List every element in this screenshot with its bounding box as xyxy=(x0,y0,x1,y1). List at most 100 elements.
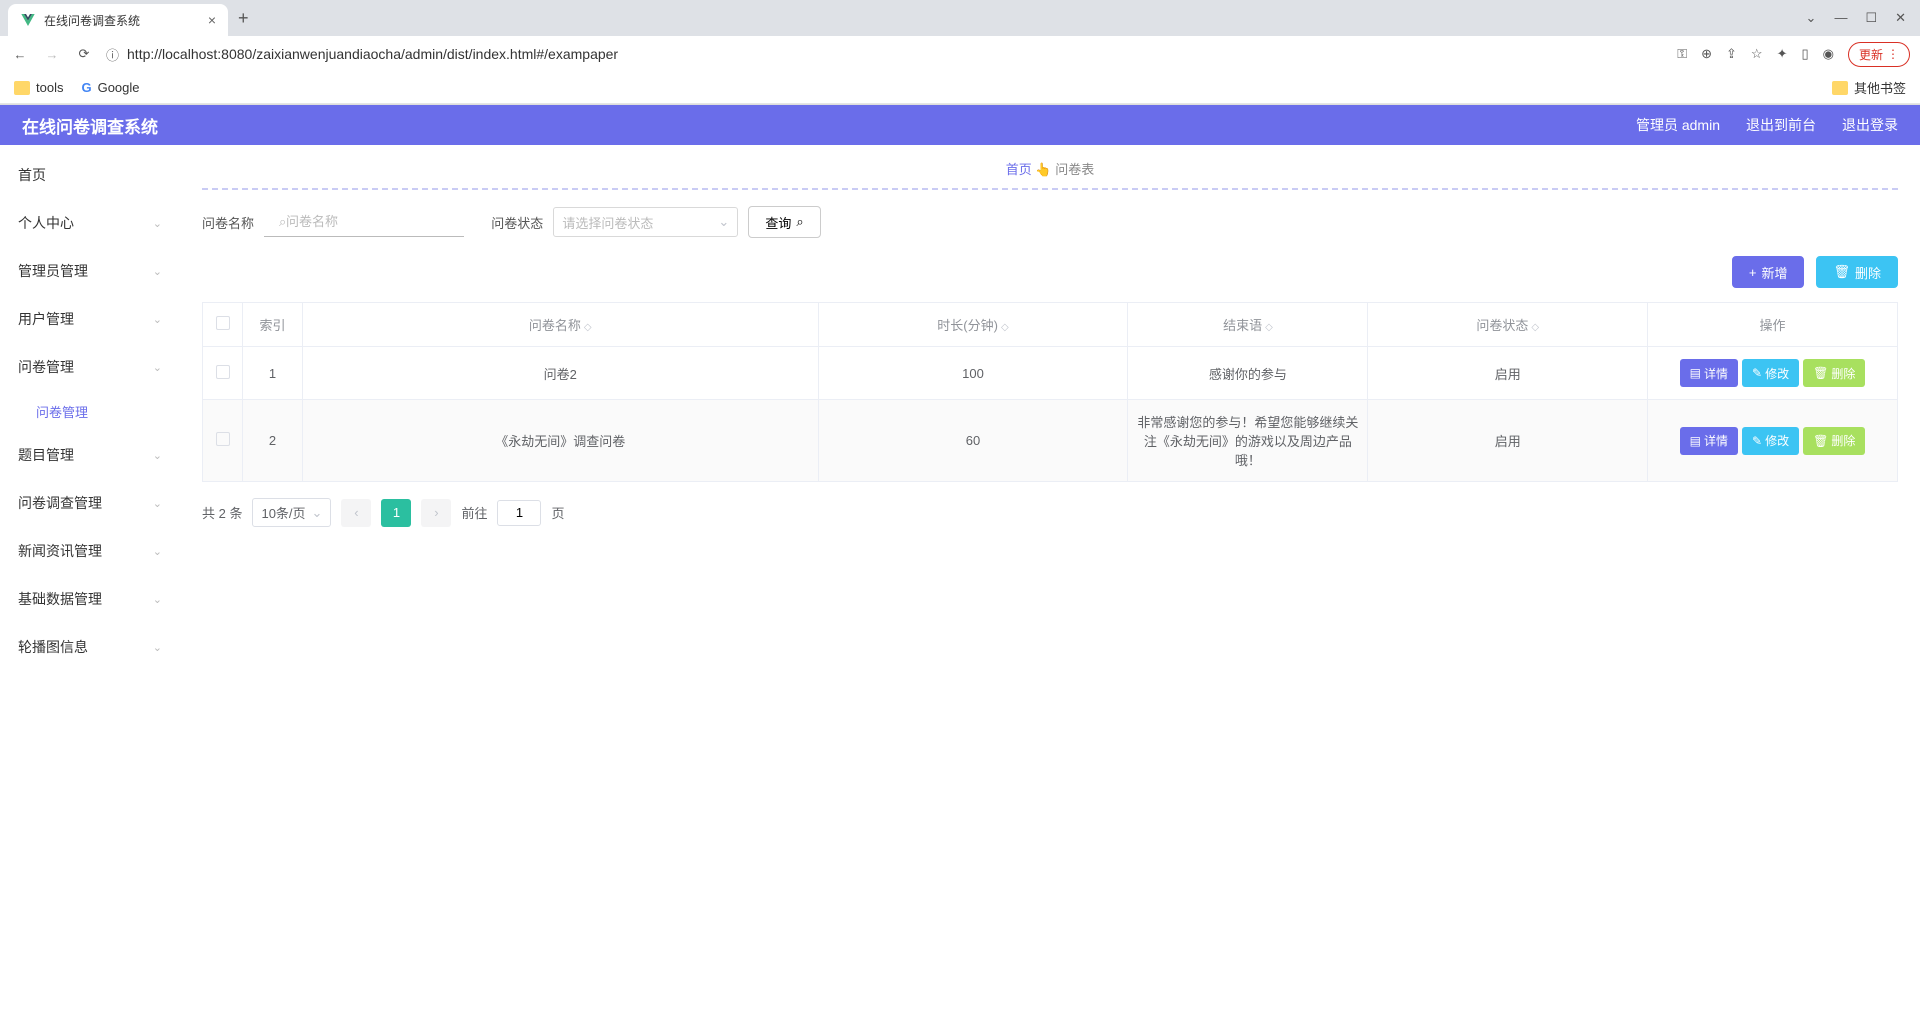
chevron-down-icon: ⌄ xyxy=(153,361,162,374)
doc-icon: ▤ xyxy=(1690,434,1701,448)
delete-button[interactable]: 🗑删除 xyxy=(1816,256,1898,288)
chevron-down-icon: ⌄ xyxy=(153,593,162,606)
bookmark-star-icon[interactable]: ☆ xyxy=(1751,46,1763,62)
sidebar-item-users[interactable]: 用户管理⌄ xyxy=(0,295,180,343)
page-number-button[interactable]: 1 xyxy=(381,499,411,527)
sidebar-item-survey-research[interactable]: 问卷调查管理⌄ xyxy=(0,479,180,527)
filter-status-label: 问卷状态 xyxy=(491,213,543,232)
sort-icon: ◇ xyxy=(584,322,592,333)
detail-button[interactable]: ▤ 详情 xyxy=(1680,427,1738,455)
filter-name-label: 问卷名称 xyxy=(202,213,254,232)
table-row: 2《永劫无间》调查问卷60非常感谢您的参与！希望您能够继续关注《永劫无间》的游戏… xyxy=(203,400,1898,482)
breadcrumb-current: 问卷表 xyxy=(1055,162,1094,177)
tab-close-icon[interactable]: × xyxy=(208,12,216,28)
to-front-link[interactable]: 退出到前台 xyxy=(1746,115,1816,135)
page-suffix: 页 xyxy=(551,503,564,522)
trash-icon: 🗑 xyxy=(1833,264,1850,280)
sidebar-item-home[interactable]: 首页 xyxy=(0,151,180,199)
data-table: 索引 问卷名称◇ 时长(分钟)◇ 结束语◇ 问卷状态◇ 操作 1问卷2100感谢… xyxy=(202,302,1898,482)
sidebar-item-basedata[interactable]: 基础数据管理⌄ xyxy=(0,575,180,623)
col-index[interactable]: 索引 xyxy=(243,303,303,347)
add-button[interactable]: +新增 xyxy=(1732,256,1805,288)
user-label[interactable]: 管理员 admin xyxy=(1636,115,1720,135)
chevron-down-icon: ⌄ xyxy=(153,497,162,510)
goto-input[interactable] xyxy=(497,500,541,526)
cell-ops: ▤ 详情✎ 修改🗑 删除 xyxy=(1648,347,1898,400)
panel-icon[interactable]: ▯ xyxy=(1801,46,1808,62)
next-page-button[interactable]: › xyxy=(421,499,451,527)
edit-button[interactable]: ✎ 修改 xyxy=(1742,427,1799,455)
key-icon[interactable]: ⚿ xyxy=(1677,46,1687,62)
filter-name-input[interactable] xyxy=(264,207,464,237)
extensions-icon[interactable]: ✦ xyxy=(1777,46,1788,62)
plus-icon: + xyxy=(1749,265,1757,280)
sidebar-item-admin[interactable]: 管理员管理⌄ xyxy=(0,247,180,295)
col-name[interactable]: 问卷名称◇ xyxy=(303,303,819,347)
folder-icon xyxy=(1832,81,1848,95)
sidebar-item-survey[interactable]: 问卷管理⌄ xyxy=(0,343,180,391)
cell-endmsg: 感谢你的参与 xyxy=(1128,347,1368,400)
goto-label: 前往 xyxy=(461,503,487,522)
close-icon[interactable]: ✕ xyxy=(1895,10,1906,26)
select-all-checkbox[interactable] xyxy=(216,316,230,330)
row-delete-button[interactable]: 🗑 删除 xyxy=(1803,359,1865,387)
sidebar-sub-survey-manage[interactable]: 问卷管理 xyxy=(0,391,180,431)
cell-ops: ▤ 详情✎ 修改🗑 删除 xyxy=(1648,400,1898,482)
detail-button[interactable]: ▤ 详情 xyxy=(1680,359,1738,387)
col-duration[interactable]: 时长(分钟)◇ xyxy=(818,303,1128,347)
profile-icon[interactable]: ◉ xyxy=(1823,46,1834,62)
app-header: 在线问卷调查系统 管理员 admin 退出到前台 退出登录 xyxy=(0,105,1920,145)
breadcrumb-home[interactable]: 首页 xyxy=(1006,162,1032,177)
bookmark-google[interactable]: GGoogle xyxy=(81,80,139,95)
address-bar: ← → ⟳ ⓘ http://localhost:8080/zaixianwen… xyxy=(0,36,1920,72)
maximize-icon[interactable]: ☐ xyxy=(1865,10,1877,26)
row-delete-button[interactable]: 🗑 删除 xyxy=(1803,427,1865,455)
divider xyxy=(202,188,1898,190)
row-checkbox[interactable] xyxy=(216,365,230,379)
cell-duration: 60 xyxy=(818,400,1128,482)
forward-icon[interactable]: → xyxy=(42,47,62,62)
search-button[interactable]: 查询⌕ xyxy=(748,206,820,238)
zoom-icon[interactable]: ⊕ xyxy=(1701,46,1712,62)
sort-icon: ◇ xyxy=(1001,322,1009,333)
sidebar-item-news[interactable]: 新闻资讯管理⌄ xyxy=(0,527,180,575)
col-ops: 操作 xyxy=(1648,303,1898,347)
prev-page-button[interactable]: ‹ xyxy=(341,499,371,527)
cell-status: 启用 xyxy=(1368,347,1648,400)
cell-name: 《永劫无间》调查问卷 xyxy=(303,400,819,482)
filter-status-select[interactable]: 请选择问卷状态 ⌄ xyxy=(553,207,738,237)
cell-duration: 100 xyxy=(818,347,1128,400)
col-status[interactable]: 问卷状态◇ xyxy=(1368,303,1648,347)
tab-bar: 在线问卷调查系统 × + ⌄ — ☐ ✕ xyxy=(0,0,1920,36)
sidebar-item-question[interactable]: 题目管理⌄ xyxy=(0,431,180,479)
cell-index: 2 xyxy=(243,400,303,482)
logout-link[interactable]: 退出登录 xyxy=(1842,115,1898,135)
new-tab-button[interactable]: + xyxy=(238,8,249,29)
edit-button[interactable]: ✎ 修改 xyxy=(1742,359,1799,387)
sidebar-item-carousel[interactable]: 轮播图信息⌄ xyxy=(0,623,180,671)
google-icon: G xyxy=(81,80,91,95)
url-box[interactable]: ⓘ http://localhost:8080/zaixianwenjuandi… xyxy=(106,45,1665,64)
chevron-down-icon[interactable]: ⌄ xyxy=(1806,10,1817,26)
edit-icon: ✎ xyxy=(1752,366,1762,380)
row-checkbox[interactable] xyxy=(216,432,230,446)
bookmark-tools[interactable]: tools xyxy=(14,80,63,95)
cell-endmsg: 非常感谢您的参与！希望您能够继续关注《永劫无间》的游戏以及周边产品哦！ xyxy=(1128,400,1368,482)
col-endmsg[interactable]: 结束语◇ xyxy=(1128,303,1368,347)
minimize-icon[interactable]: — xyxy=(1834,10,1847,26)
chevron-down-icon: ⌄ xyxy=(153,449,162,462)
bookmark-other[interactable]: 其他书签 xyxy=(1832,78,1906,97)
sidebar-item-personal[interactable]: 个人中心⌄ xyxy=(0,199,180,247)
browser-tab[interactable]: 在线问卷调查系统 × xyxy=(8,4,228,36)
url-text: http://localhost:8080/zaixianwenjuandiao… xyxy=(127,46,618,62)
back-icon[interactable]: ← xyxy=(10,47,30,62)
chevron-down-icon: ⌄ xyxy=(153,545,162,558)
reload-icon[interactable]: ⟳ xyxy=(74,46,94,62)
update-button[interactable]: 更新⋮ xyxy=(1848,42,1910,67)
chevron-down-icon: ⌄ xyxy=(312,505,323,521)
share-icon[interactable]: ⇪ xyxy=(1726,46,1737,62)
page-size-select[interactable]: 10条/页⌄ xyxy=(252,498,331,527)
table-row: 1问卷2100感谢你的参与启用▤ 详情✎ 修改🗑 删除 xyxy=(203,347,1898,400)
search-icon: ⌕ xyxy=(796,214,803,230)
chevron-down-icon: ⌄ xyxy=(153,217,162,230)
